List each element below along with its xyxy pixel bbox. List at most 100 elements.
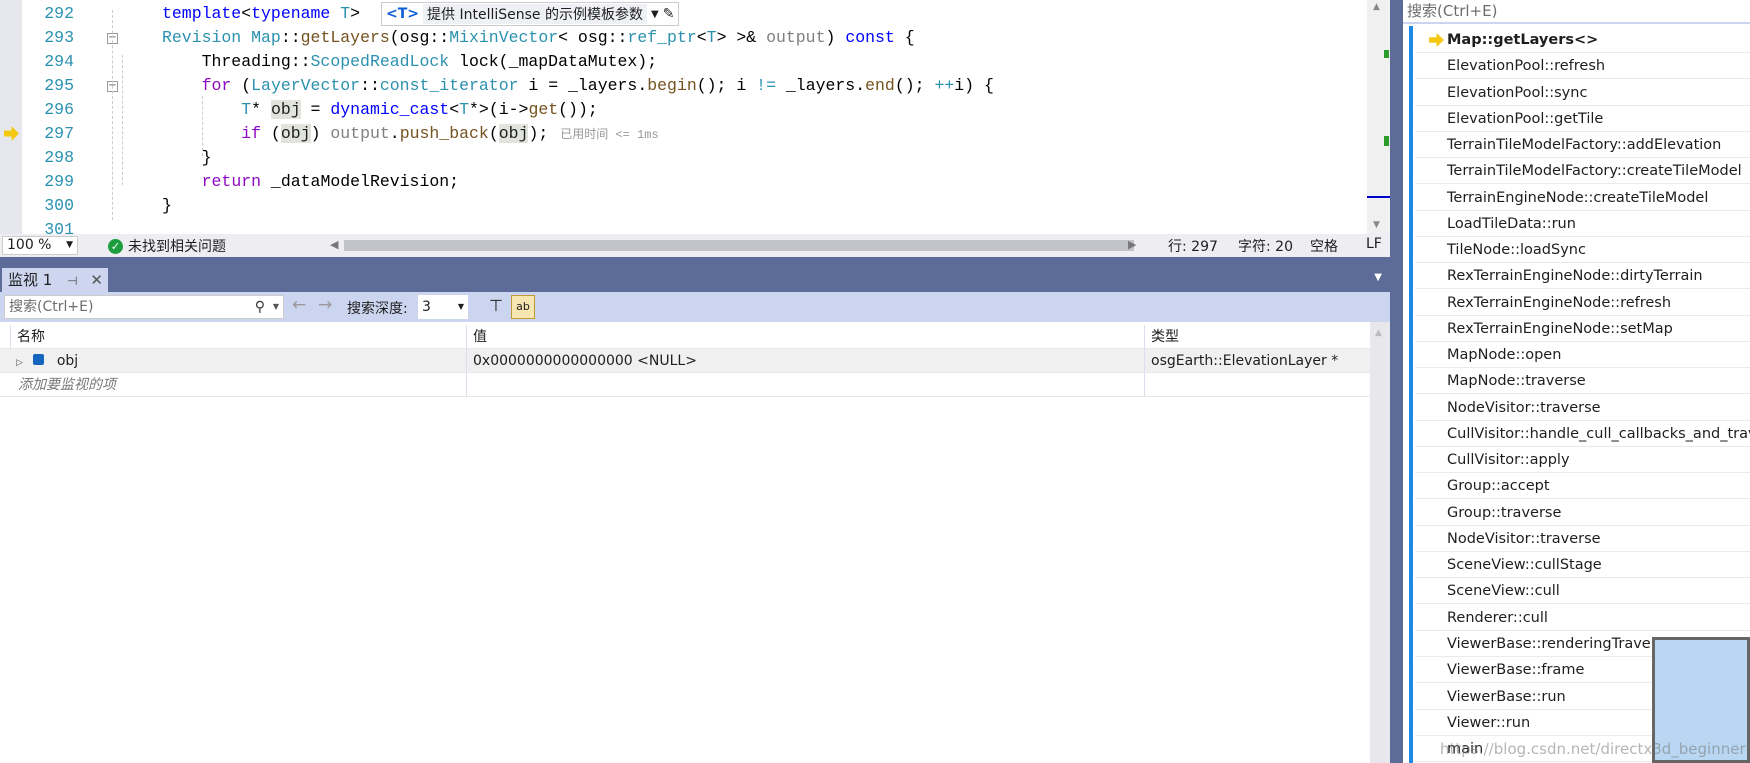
call-stack-frame[interactable]: TerrainEngineNode::createTileModel [1415, 185, 1750, 211]
call-stack-frame[interactable]: RexTerrainEngineNode::refresh [1415, 290, 1750, 316]
watch-scrollbar[interactable]: ▲ [1370, 322, 1390, 763]
watch-value[interactable]: 0x0000000000000000 <NULL> [466, 349, 1144, 372]
column-header-value[interactable]: 值 [466, 325, 1144, 348]
call-stack-frame[interactable]: Group::accept [1415, 473, 1750, 500]
code-token: T [459, 100, 470, 119]
add-watch-row[interactable]: 添加要监视的项 [0, 373, 1370, 397]
call-stack-frame[interactable]: TileNode::loadSync [1415, 237, 1750, 264]
frame-label: RexTerrainEngineNode::refresh [1447, 294, 1672, 311]
line-number: 296 [44, 100, 74, 119]
code-line[interactable]: return _dataModelRevision; [162, 170, 459, 194]
code-line[interactable]: Threading::ScopedReadLock lock(_mapDataM… [162, 50, 658, 74]
code-token: < osg:: [558, 28, 628, 47]
zoom-dropdown[interactable]: 100 % ▼ [2, 236, 78, 255]
frame-label: ViewerBase::frame [1447, 662, 1585, 679]
code-token: (); [894, 76, 935, 95]
line-number: 298 [44, 148, 74, 167]
frame-label: NodeVisitor::traverse [1447, 530, 1601, 547]
code-token: (osg:: [389, 28, 450, 47]
code-token: < [449, 100, 460, 119]
call-stack-frame[interactable]: NodeVisitor::traverse [1415, 526, 1750, 552]
call-stack-frame[interactable]: MapNode::traverse [1415, 368, 1750, 395]
search-icon[interactable]: ⚲ [255, 296, 265, 318]
call-stack-frame[interactable]: RexTerrainEngineNode::setMap [1415, 316, 1750, 342]
code-line[interactable]: T* obj = dynamic_cast<T*>(i->get()); [162, 98, 598, 122]
filter-pin-icon[interactable]: ⊤ [489, 296, 503, 315]
chevron-down-icon[interactable]: ▼ [651, 9, 659, 20]
editor-vertical-scrollbar[interactable]: ▲ ▼ [1367, 0, 1390, 234]
close-icon[interactable]: ✕ [90, 271, 103, 289]
code-token: :: [280, 28, 301, 47]
search-depth-label: 搜索深度: [347, 301, 408, 317]
search-depth-value: 3 [422, 299, 431, 315]
code-token: :: [360, 76, 380, 95]
code-line[interactable]: if (obj) output.push_back(obj); 已用时间 <= 1… [162, 122, 659, 146]
call-stack-frame[interactable]: ElevationPool::refresh [1415, 53, 1750, 80]
panel-splitter[interactable] [1390, 0, 1403, 763]
call-stack-frame[interactable]: Group::traverse [1415, 500, 1750, 526]
code-token: const [845, 28, 895, 47]
line-indicator[interactable]: 行: 297 [1168, 236, 1218, 256]
call-stack-frame[interactable]: Renderer::cull [1415, 605, 1750, 631]
call-stack-frame[interactable]: ElevationPool::sync [1415, 80, 1750, 106]
scroll-right-icon[interactable]: ▶ [1128, 238, 1136, 251]
frame-label: Viewer::run [1447, 714, 1531, 731]
call-stack-frame[interactable]: TerrainTileModelFactory::createTileModel [1415, 158, 1750, 185]
frame-label: SceneView::cullStage [1447, 557, 1602, 574]
code-token: _layers. [775, 76, 866, 95]
code-line[interactable]: template<typename T> [162, 2, 360, 26]
search-depth-dropdown[interactable]: 3 ▼ [418, 295, 468, 319]
call-stack-frame[interactable]: TerrainTileModelFactory::addElevation [1415, 132, 1750, 159]
call-stack-frame[interactable]: NodeVisitor::traverse [1415, 395, 1750, 421]
horizontal-scrollbar-thumb[interactable] [344, 240, 1134, 251]
column-header-type[interactable]: 类型 [1144, 325, 1370, 348]
call-stack-frame[interactable]: Map::getLayers<> [1415, 27, 1750, 53]
frame-label: ElevationPool::sync [1447, 84, 1588, 101]
forward-arrow-icon[interactable]: → [318, 295, 332, 315]
code-editor[interactable]: 292 template<typename T> 293 Revision Map::… [0, 0, 1390, 239]
column-header-name[interactable]: 名称 [10, 325, 466, 348]
code-line[interactable]: Revision Map::getLayers(osg::MixinVector… [162, 26, 915, 50]
code-line[interactable]: } [162, 146, 212, 170]
call-stack-frame[interactable]: SceneView::cull [1415, 578, 1750, 605]
call-stack-frame[interactable]: RexTerrainEngineNode::dirtyTerrain [1415, 263, 1750, 290]
char-indicator[interactable]: 字符: 20 [1238, 236, 1293, 256]
hex-display-toggle[interactable]: ab [511, 295, 535, 319]
callstack-search-input[interactable]: 搜索(Ctrl+E) [1403, 0, 1750, 24]
expand-arrow-icon[interactable]: ▷ [16, 358, 23, 368]
call-stack-frame[interactable]: MapNode::open [1415, 342, 1750, 369]
call-stack-frame[interactable]: CullVisitor::handle_cull_callbacks_and_t… [1415, 421, 1750, 447]
call-stack-frame[interactable]: LoadTileData::run [1415, 211, 1750, 237]
tab-watch-1[interactable]: 监视 1 ⊣ ✕ [2, 268, 108, 292]
code-line[interactable]: } [162, 194, 172, 218]
window-menu-icon[interactable]: ▼ [1374, 272, 1382, 283]
eol-indicator[interactable]: LF [1366, 236, 1382, 252]
scroll-left-icon[interactable]: ◀ [330, 238, 338, 251]
back-arrow-icon[interactable]: ← [292, 295, 306, 315]
template-hint-text[interactable]: 提供 IntelliSense 的示例模板参数 [423, 4, 647, 24]
code-token: _dataModelRevision; [261, 172, 460, 191]
code-token: < [241, 4, 252, 23]
watch-search-input[interactable]: 搜索(Ctrl+E) ⚲ ▼ [4, 295, 284, 319]
code-token: obj [270, 100, 301, 119]
pencil-icon[interactable]: ✎ [663, 6, 675, 22]
watch-row[interactable]: ▷ obj 0x0000000000000000 <NULL> osgEarth… [0, 349, 1370, 373]
code-line[interactable]: for (LayerVector::const_iterator i = _la… [162, 74, 994, 98]
template-hint-bar[interactable]: <T> 提供 IntelliSense 的示例模板参数 ▼ ✎ [381, 2, 680, 26]
call-stack-frame[interactable]: CullVisitor::apply [1415, 447, 1750, 474]
glyph-margin[interactable] [0, 0, 22, 234]
issues-text: 未找到相关问题 [128, 239, 226, 255]
call-stack-frame[interactable]: SceneView::cullStage [1415, 552, 1750, 579]
indent-indicator[interactable]: 空格 [1310, 236, 1338, 256]
issues-indicator[interactable]: ✓ 未找到相关问题 [108, 236, 226, 256]
perf-tip[interactable]: 已用时间 <= 1ms [560, 128, 658, 142]
add-watch-placeholder[interactable]: 添加要监视的项 [12, 373, 466, 396]
code-token: obj [498, 124, 529, 143]
check-circle-icon: ✓ [108, 238, 123, 254]
watch-tab-strip: ▼ [0, 268, 1390, 292]
code-token: > [350, 4, 361, 23]
pin-icon[interactable]: ⊣ [67, 274, 77, 288]
frame-label: RexTerrainEngineNode::setMap [1447, 320, 1673, 337]
line-number: 297 [44, 124, 74, 143]
call-stack-frame[interactable]: ElevationPool::getTile [1415, 106, 1750, 132]
